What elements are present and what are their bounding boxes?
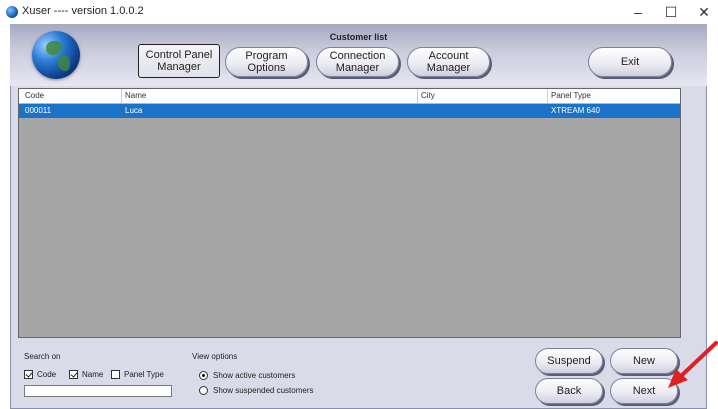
red-arrow-annotation-icon bbox=[668, 341, 718, 388]
